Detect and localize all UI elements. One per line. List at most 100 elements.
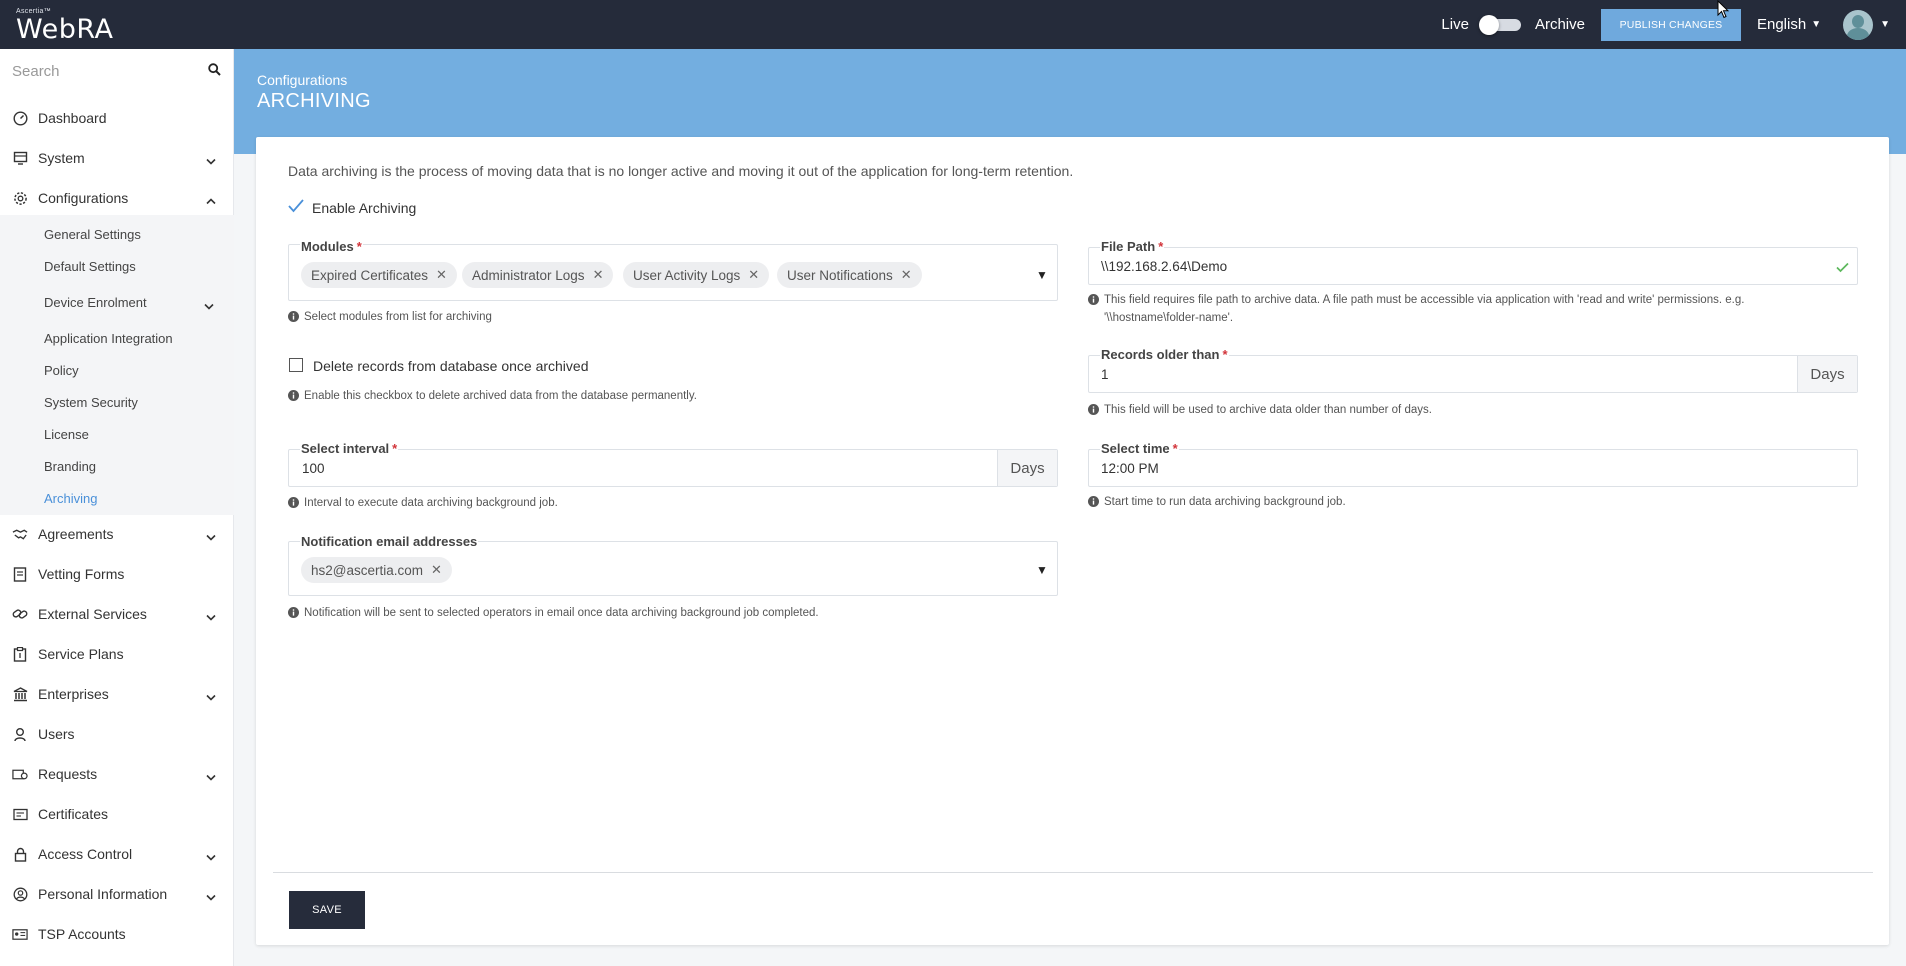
form-description: Data archiving is the process of moving …	[288, 163, 1074, 179]
remove-chip-icon[interactable]: ✕	[748, 267, 759, 283]
sidebar-item-system[interactable]: System	[0, 143, 234, 173]
sidebar-subitem-branding[interactable]: Branding	[44, 455, 96, 477]
sidebar-subitem-label: Device Enrolment	[44, 294, 147, 310]
select-interval-input[interactable]: 100	[302, 461, 325, 476]
chevron-down-icon	[206, 848, 216, 864]
sidebar-item-users[interactable]: Users	[0, 719, 234, 749]
select-interval-hint: Interval to execute data archiving backg…	[288, 495, 558, 513]
enable-archiving-label: Enable Archiving	[312, 199, 417, 216]
sidebar-item-label: TSP Accounts	[38, 926, 126, 942]
sidebar-item-vetting-forms[interactable]: Vetting Forms	[0, 559, 234, 589]
dropdown-caret-icon[interactable]: ▼	[1036, 563, 1048, 577]
sidebar-subitem-system-security[interactable]: System Security	[44, 391, 138, 413]
sidebar-item-tsp-accounts[interactable]: TSP Accounts	[0, 919, 234, 949]
modules-hint: Select modules from list for archiving	[288, 309, 492, 327]
sidebar-subitem-license[interactable]: License	[44, 423, 89, 445]
remove-chip-icon[interactable]: ✕	[431, 562, 442, 578]
sidebar-item-enterprises[interactable]: Enterprises	[0, 679, 234, 709]
search-icon[interactable]	[208, 63, 221, 79]
select-time-input[interactable]: 12:00 PM	[1101, 461, 1159, 476]
sidebar-item-label: System	[38, 150, 85, 166]
remove-chip-icon[interactable]: ✕	[901, 267, 912, 283]
sidebar-item-access-control[interactable]: Access Control	[0, 839, 234, 869]
sidebar-item-label: Agreements	[38, 526, 114, 542]
sidebar-subitem-general-settings[interactable]: General Settings	[44, 223, 141, 245]
chevron-down-icon	[206, 768, 216, 784]
module-chip[interactable]: User Activity Logs ✕	[623, 262, 770, 288]
form-icon	[12, 566, 28, 582]
sidebar-item-label: Access Control	[38, 846, 133, 862]
info-icon	[288, 390, 299, 406]
sidebar-item-label: Users	[38, 726, 75, 742]
sidebar-subitem-device-enrolment[interactable]: Device Enrolment	[44, 291, 224, 313]
enable-archiving-checkbox[interactable]: Enable Archiving	[288, 199, 416, 216]
chevron-up-icon	[206, 192, 216, 208]
modules-label: Modules *	[300, 239, 363, 254]
sidebar-item-certificates[interactable]: Certificates	[0, 799, 234, 829]
id-card-icon	[12, 926, 28, 942]
user-avatar[interactable]	[1843, 9, 1874, 40]
remove-chip-icon[interactable]: ✕	[436, 267, 447, 283]
notification-emails-label: Notification email addresses	[300, 534, 479, 549]
form-footer-divider	[273, 872, 1873, 873]
delete-records-checkbox[interactable]	[289, 358, 303, 372]
chevron-down-icon	[206, 608, 216, 624]
avatar-caret-down-icon[interactable]: ▼	[1880, 19, 1890, 30]
page-title: ARCHIVING	[257, 90, 371, 112]
sidebar-item-label: Configurations	[38, 190, 129, 206]
gear-icon	[12, 190, 28, 206]
save-button[interactable]: SAVE	[289, 891, 365, 929]
notification-emails-hint: Notification will be sent to selected op…	[288, 605, 819, 623]
remove-chip-icon[interactable]: ✕	[593, 267, 604, 283]
link-icon	[12, 606, 28, 622]
sidebar-item-label: Enterprises	[38, 686, 109, 702]
sidebar-item-agreements[interactable]: Agreements	[0, 519, 234, 549]
sidebar-item-external-services[interactable]: External Services	[0, 599, 234, 629]
valid-check-icon	[1836, 260, 1849, 276]
sidebar-subitem-default-settings[interactable]: Default Settings	[44, 255, 136, 277]
delete-records-hint: Enable this checkbox to delete archived …	[288, 388, 697, 406]
sidebar-subitem-application-integration[interactable]: Application Integration	[44, 327, 173, 349]
language-label: English	[1756, 16, 1807, 33]
sidebar-item-service-plans[interactable]: Service Plans	[0, 639, 234, 669]
breadcrumb[interactable]: Configurations	[257, 72, 347, 88]
archive-label: Archive	[1534, 16, 1585, 33]
sidebar-search	[0, 49, 233, 93]
brand-logo[interactable]: Ascertia™ WebRA	[16, 8, 114, 44]
records-older-than-label: Records older than *	[1100, 347, 1229, 362]
checkmark-icon	[288, 199, 304, 216]
sidebar-item-personal-information[interactable]: Personal Information	[0, 879, 234, 909]
chevron-down-icon	[206, 688, 216, 704]
user-icon	[12, 726, 28, 742]
brand-name: WebRA	[16, 14, 114, 45]
language-selector[interactable]: English ▼	[1757, 16, 1821, 33]
sidebar-item-label: Certificates	[38, 806, 109, 822]
dropdown-caret-icon[interactable]: ▼	[1036, 268, 1048, 282]
file-path-label: File Path *	[1100, 239, 1165, 254]
info-icon	[1088, 294, 1099, 310]
mouse-cursor-icon	[1717, 0, 1730, 23]
sidebar-item-requests[interactable]: Requests	[0, 759, 234, 789]
sidebar-subitem-policy[interactable]: Policy	[44, 359, 79, 381]
live-archive-toggle[interactable]	[1478, 14, 1525, 35]
sidebar-item-dashboard[interactable]: Dashboard	[0, 103, 234, 133]
search-input[interactable]	[0, 49, 233, 93]
select-time-field[interactable]	[1088, 449, 1858, 487]
caret-down-icon: ▼	[1811, 19, 1822, 30]
records-older-than-hint: This field will be used to archive data …	[1088, 402, 1432, 420]
sidebar-item-label: External Services	[38, 606, 147, 622]
module-chip[interactable]: Administrator Logs ✕	[462, 262, 614, 288]
module-chip[interactable]: Expired Certificates ✕	[301, 262, 457, 288]
info-icon	[1088, 496, 1099, 512]
file-path-input[interactable]: \\192.168.2.64\Demo	[1101, 259, 1227, 274]
email-chip[interactable]: hs2@ascertia.com ✕	[301, 557, 452, 583]
gauge-icon	[12, 110, 28, 126]
sidebar-subitem-archiving[interactable]: Archiving	[44, 487, 97, 509]
select-interval-field[interactable]: Days	[288, 449, 1058, 487]
sidebar-item-configurations[interactable]: Configurations	[0, 183, 234, 213]
select-time-label: Select time *	[1100, 441, 1179, 456]
module-chip[interactable]: User Notifications ✕	[777, 262, 922, 288]
sidebar-item-label: Dashboard	[38, 110, 107, 126]
records-older-than-input[interactable]: 1	[1101, 367, 1109, 382]
records-older-unit: Days	[1797, 356, 1857, 392]
